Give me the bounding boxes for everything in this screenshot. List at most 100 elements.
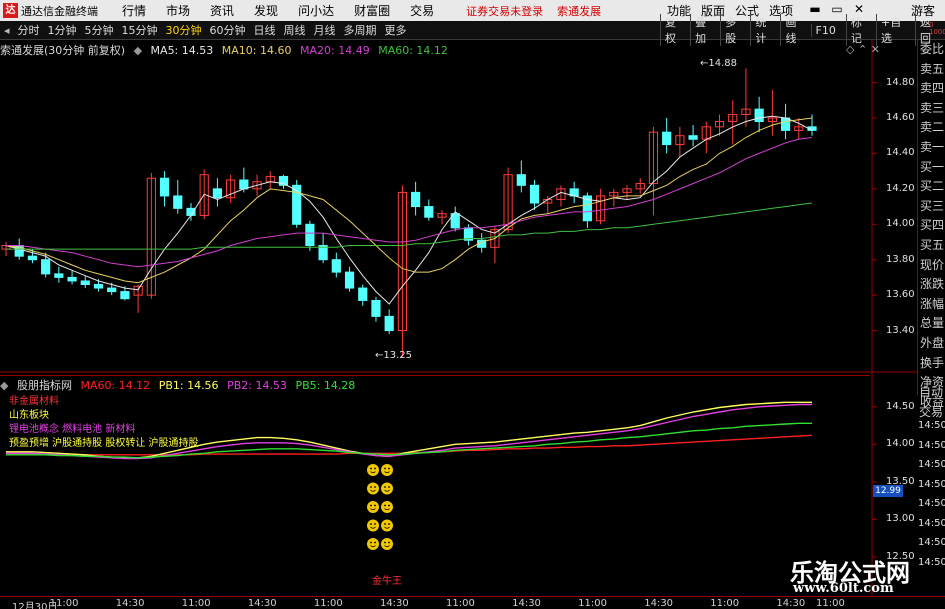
time-axis-label: 14:30 [776, 598, 806, 609]
time-axis-label: 14:30 [644, 598, 674, 609]
candle-body [54, 273, 64, 278]
y-axis-label: 14.80 [886, 76, 915, 88]
candle-body [754, 108, 764, 123]
time-axis: 12月30日 11:00 14:30 11:00 14:30 11:00 14:30 11:0… [0, 596, 945, 609]
candle-body [93, 284, 104, 289]
smiley-face [367, 538, 379, 550]
orderbook-label: 委比 [920, 42, 945, 56]
y-axis-label: 13.40 [886, 324, 915, 336]
ind-pb2-label: PB2: 14.53 [227, 379, 287, 392]
candle-body [780, 117, 791, 131]
candle-body [27, 255, 38, 261]
smiley-face [381, 501, 393, 513]
orderbook-label: 买二 [920, 179, 945, 194]
indicator-settings-icon[interactable]: ◆ [0, 379, 8, 392]
indicator-header: ◆ 股朋指标网 MA60: 14.12 PB1: 14.56 PB2: 14.5… [0, 375, 870, 392]
low-price-mark: ←13.25 [375, 350, 413, 361]
orderbook-label: 涨跌 [920, 277, 945, 292]
high-price-mark: ←14.88 [700, 58, 738, 69]
smiley-eye [374, 504, 376, 507]
sidebar-bottom: 自动 交易 [917, 383, 945, 422]
candle-body [41, 259, 51, 275]
smiley-face [381, 482, 393, 495]
candle-body [239, 179, 249, 190]
auto-trade-label[interactable]: 自动 [917, 383, 945, 403]
ind-y-axis-label: 13.00 [886, 513, 915, 525]
ma-line-ma20 [6, 137, 813, 268]
candle-body [424, 206, 434, 218]
sidebar-small-indicator: 0 1000 [929, 21, 945, 36]
ind-pb5-label: PB5: 14.28 [295, 379, 356, 392]
right-time-label: 14:50 [918, 498, 945, 509]
time-axis-label: 14:30 [115, 598, 145, 609]
orderbook-label: 卖四 [920, 81, 945, 96]
y-axis-label: 13.60 [886, 289, 915, 301]
ma-line-ma10 [5, 117, 813, 284]
signal-smiley-icon [381, 482, 393, 495]
ind-pb1-label: PB1: 14.56 [158, 379, 219, 392]
indicator-name: 股朋指标网 [16, 379, 72, 392]
ind-y-axis-label: 13.50 [886, 475, 915, 487]
kline-chart-svg[interactable] [0, 0, 945, 609]
orderbook-label: 现价 [920, 257, 945, 272]
time-axis-label: 14:30 [379, 598, 409, 609]
smiley-eye [388, 541, 390, 544]
orderbook-label: 卖三 [920, 100, 945, 115]
smiley-eye [388, 486, 390, 488]
smiley-face [381, 464, 393, 476]
candle-body [186, 207, 196, 216]
signal-smiley-icon [381, 538, 393, 550]
smiley-eye [388, 467, 390, 470]
orderbook-label: 买四 [920, 218, 945, 233]
time-axis-label: 14:30 [512, 598, 541, 609]
signal-smiley-icon [381, 519, 393, 532]
orderbook-label: 买一 [920, 159, 945, 174]
right-time-label: 14:50 [918, 478, 945, 490]
signal-smiley-icon [367, 464, 379, 476]
smiley-eye [384, 504, 386, 507]
orderbook-label: 买三 [920, 198, 945, 213]
y-axis-label: 14.40 [886, 147, 915, 159]
candle-body [358, 287, 368, 301]
candle-body [67, 276, 77, 282]
y-axis-label: 13.80 [886, 253, 915, 265]
concept-tag-line: 预盈预增 沪股通持股 股权转让 沪股通持股 [9, 438, 199, 449]
ma-line-ma5 [5, 115, 813, 305]
smiley-eye [374, 467, 376, 470]
orderbook-label: 外盘 [920, 335, 945, 350]
smiley-eye [370, 504, 372, 507]
smiley-face [367, 501, 379, 513]
candle-body [120, 291, 130, 300]
candle-body [107, 287, 117, 293]
smiley-face [381, 538, 393, 550]
smiley-eye [374, 523, 376, 525]
candle-body [305, 223, 315, 247]
time-axis-label: 11:00 [49, 598, 79, 609]
orderbook-label: 卖二 [920, 120, 945, 135]
y-axis-label: 14.00 [886, 218, 915, 230]
concept-tag-line: 山东板块 [9, 410, 49, 421]
candle-body [411, 191, 421, 208]
signal-smiley-icon [367, 501, 379, 513]
smiley-eye [384, 541, 386, 544]
orderbook-label: 买五 [920, 237, 945, 252]
smiley-eye [370, 467, 372, 470]
concept-tag-line: 非金属材料 [9, 396, 59, 407]
signal-smiley-icon [367, 519, 379, 532]
y-axis-label: 14.60 [886, 112, 915, 123]
concept-tag-line: 锂电池概念 燃料电池 新材料 [9, 424, 136, 435]
signal-smiley-icon [381, 501, 393, 513]
time-axis-label: 11:00 [181, 598, 211, 609]
candle-body [662, 131, 672, 146]
orderbook-label: 换手 [920, 355, 945, 370]
ma-line-ma60 [6, 202, 813, 250]
time-axis-label: 11:00 [816, 598, 845, 609]
smiley-eye [388, 523, 390, 525]
smiley-face [367, 464, 379, 476]
orderbook-label: 卖一 [920, 139, 945, 154]
candle-body [688, 135, 698, 140]
watermark-url: www.60lt.com [793, 581, 894, 596]
signal-smiley-icon [367, 538, 379, 550]
smiley-eye [384, 523, 386, 525]
orderbook-label: 总量 [920, 316, 945, 331]
